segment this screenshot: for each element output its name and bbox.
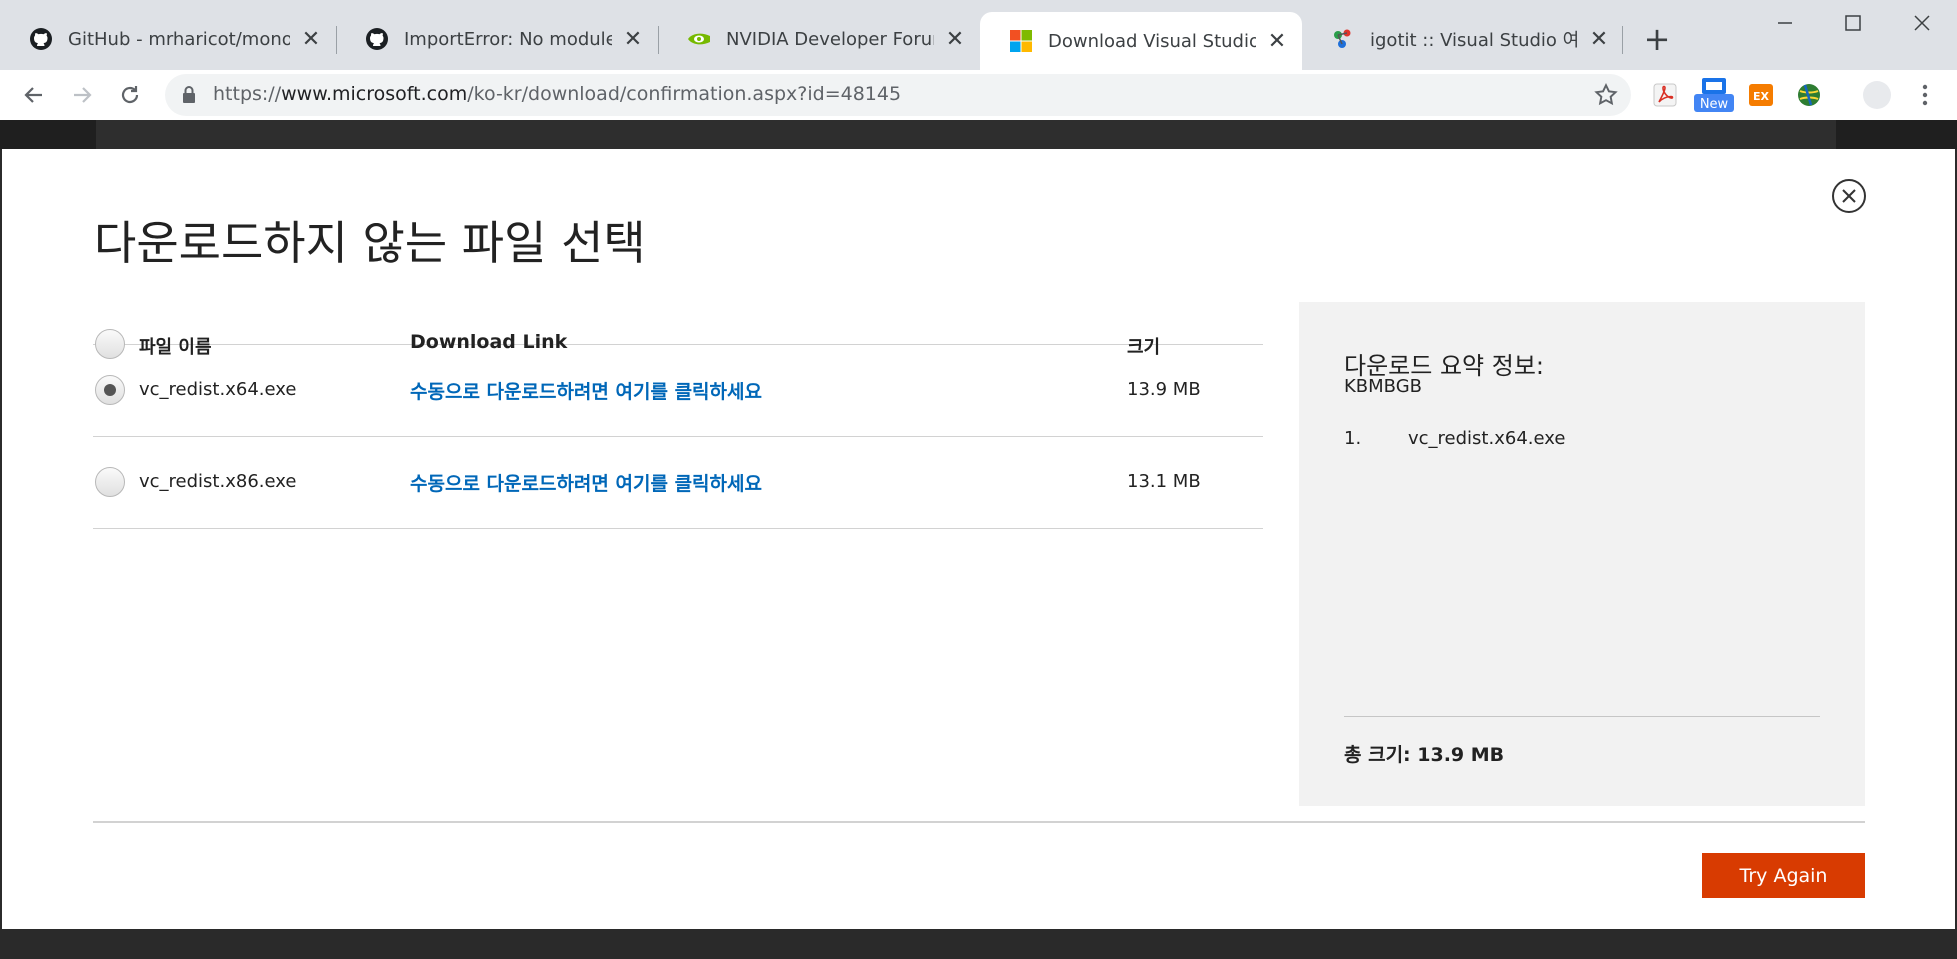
microsoft-icon: [1008, 28, 1034, 54]
svg-text:New: New: [1700, 97, 1729, 112]
url-text[interactable]: https://www.microsoft.com/ko-kr/download…: [213, 83, 901, 105]
file-select-radio-x86[interactable]: [95, 467, 125, 497]
menu-kebab-icon[interactable]: [1910, 80, 1940, 110]
close-tab-icon[interactable]: ✕: [944, 27, 966, 52]
manual-download-link[interactable]: 수동으로 다운로드하려면 여기를 클릭하세요: [410, 377, 762, 404]
globe-extension-icon[interactable]: [1794, 80, 1824, 110]
file-name: vc_redist.x86.exe: [139, 471, 297, 492]
arrow-right-icon: [74, 87, 92, 103]
new-tab-button[interactable]: +: [1640, 20, 1674, 58]
arrow-left-icon: [24, 87, 42, 103]
tab-title: NVIDIA Developer Forums: [726, 28, 934, 50]
acrobat-icon[interactable]: [1650, 80, 1680, 110]
lock-icon: [181, 85, 197, 109]
reload-icon: [121, 86, 139, 104]
github-icon: [28, 26, 54, 52]
new-badge-icon[interactable]: New: [1694, 78, 1734, 112]
minimize-icon: [1778, 22, 1792, 24]
bookmark-star-icon[interactable]: [1593, 82, 1619, 112]
igotit-icon: [1330, 26, 1356, 52]
page-hero-image: [96, 120, 1836, 149]
file-table: 파일 이름 Download Link 크기 vc_redist.x64.exe…: [93, 299, 1263, 529]
url-host: www.microsoft.com: [281, 83, 468, 105]
tab-title: ImportError: No module nar: [404, 28, 612, 50]
maximize-button[interactable]: [1818, 0, 1888, 46]
download-summary-panel: 다운로드 요약 정보: KBMBGB 1. vc_redist.x64.exe 총…: [1299, 302, 1865, 806]
close-icon: [1842, 189, 1856, 203]
tab-separator: [1622, 26, 1623, 54]
manual-download-link[interactable]: 수동으로 다운로드하려면 여기를 클릭하세요: [410, 469, 762, 496]
summary-item: 1. vc_redist.x64.exe: [1344, 428, 1565, 449]
radio-selected-dot: [104, 384, 116, 396]
file-size: 13.9 MB: [1127, 379, 1201, 400]
svg-text:EX: EX: [1753, 90, 1770, 103]
reload-button[interactable]: [113, 78, 147, 112]
maximize-icon: [1845, 15, 1861, 31]
download-dialog: 다운로드하지 않는 파일 선택 파일 이름 Download Link 크기 v…: [2, 149, 1955, 929]
table-row: vc_redist.x86.exe 수동으로 다운로드하려면 여기를 클릭하세요…: [93, 437, 1263, 529]
close-tab-icon[interactable]: ✕: [622, 27, 644, 52]
file-name: vc_redist.x64.exe: [139, 379, 297, 400]
table-header-row: 파일 이름 Download Link 크기: [93, 299, 1263, 359]
ex-extension-icon[interactable]: EX: [1746, 80, 1776, 110]
table-row: vc_redist.x64.exe 수동으로 다운로드하려면 여기를 클릭하세요…: [93, 345, 1263, 437]
close-tab-icon[interactable]: ✕: [1266, 29, 1288, 54]
file-select-radio-x64[interactable]: [95, 375, 125, 405]
url-scheme: https://: [213, 83, 282, 105]
tab-title: Download Visual Studio 20: [1048, 30, 1256, 52]
tab-strip: GitHub - mrharicot/monode ✕ ImportError:…: [0, 0, 1957, 70]
summary-item-name: vc_redist.x64.exe: [1408, 428, 1566, 449]
dialog-close-button[interactable]: [1832, 179, 1866, 213]
tab-importerror[interactable]: ImportError: No module nar ✕: [336, 14, 658, 64]
summary-divider: [1344, 716, 1820, 717]
close-tab-icon[interactable]: ✕: [300, 27, 322, 52]
page-footer-background: [0, 929, 1957, 959]
github-icon: [364, 26, 390, 52]
close-tab-icon[interactable]: ✕: [1588, 27, 1610, 52]
nvidia-icon: [686, 26, 712, 52]
footer-divider: [93, 821, 1865, 823]
browser-toolbar: https://www.microsoft.com/ko-kr/download…: [0, 70, 1957, 120]
forward-button[interactable]: [65, 78, 99, 112]
tab-download-visual-studio[interactable]: Download Visual Studio 20 ✕: [980, 12, 1302, 70]
summary-subtitle: KBMBGB: [1344, 376, 1423, 397]
address-bar[interactable]: https://www.microsoft.com/ko-kr/download…: [165, 74, 1631, 116]
tab-title: igotit :: Visual Studio 여러: [1370, 30, 1578, 51]
tab-github-monodepth[interactable]: GitHub - mrharicot/monode ✕: [0, 14, 336, 64]
back-button[interactable]: [17, 78, 51, 112]
file-size: 13.1 MB: [1127, 471, 1201, 492]
tab-nvidia-forums[interactable]: NVIDIA Developer Forums ✕: [658, 14, 980, 64]
dialog-title: 다운로드하지 않는 파일 선택: [94, 216, 646, 270]
profile-avatar-icon[interactable]: [1862, 80, 1892, 110]
page-header-background: [0, 120, 1957, 149]
minimize-button[interactable]: [1750, 0, 1820, 46]
close-icon: [1914, 15, 1930, 31]
window-close-button[interactable]: [1887, 0, 1957, 46]
url-path: /ko-kr/download/confirmation.aspx?id=481…: [467, 83, 902, 105]
tab-title: GitHub - mrharicot/monode: [68, 28, 290, 50]
tab-igotit[interactable]: igotit :: Visual Studio 여러 ✕: [1302, 14, 1624, 64]
summary-total-size: 총 크기: 13.9 MB: [1344, 744, 1505, 766]
try-again-button[interactable]: Try Again: [1702, 853, 1865, 898]
summary-item-number: 1.: [1344, 428, 1362, 449]
